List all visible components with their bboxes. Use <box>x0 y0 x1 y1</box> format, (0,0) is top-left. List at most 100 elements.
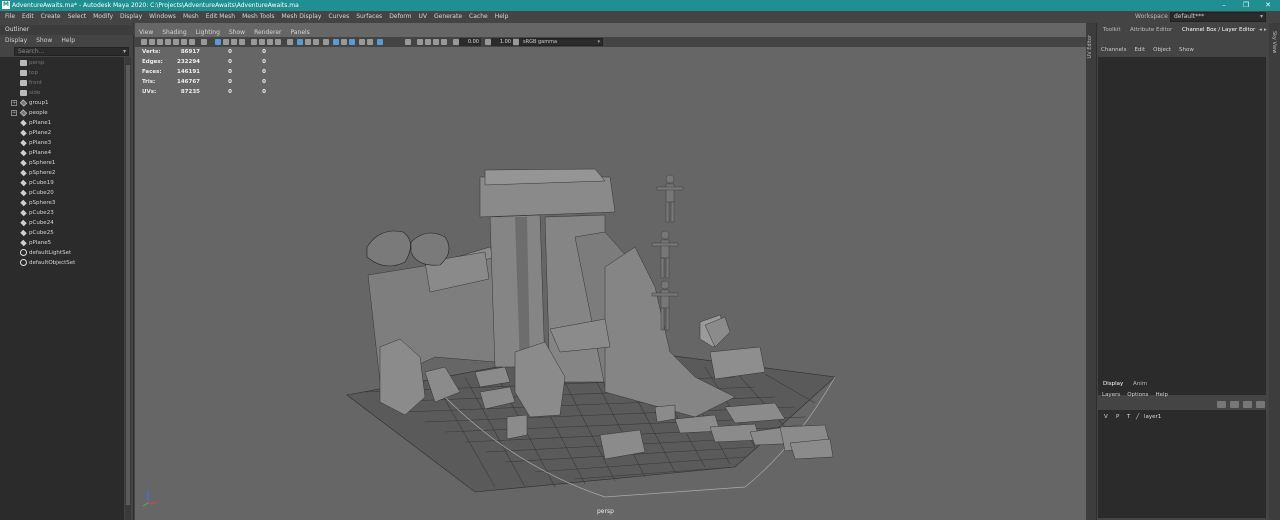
menu-uv[interactable]: UV <box>419 11 428 23</box>
chevron-right-icon[interactable]: ▸ <box>1262 26 1269 35</box>
outliner-item-people[interactable]: + people <box>0 108 124 118</box>
2d-pan-icon[interactable] <box>173 39 179 45</box>
field-chart-icon[interactable] <box>267 39 273 45</box>
menu-mesh[interactable]: Mesh <box>183 11 199 23</box>
frame-selected-icon[interactable] <box>441 39 447 45</box>
grid-icon[interactable] <box>189 39 195 45</box>
outliner-item-pcube23[interactable]: pCube23 <box>0 208 124 218</box>
bookmarks-icon[interactable] <box>157 39 163 45</box>
channel-menu-channels[interactable]: Channels <box>1101 46 1126 54</box>
wireframe-icon[interactable] <box>215 39 221 45</box>
side-dock-tab[interactable]: Sky View <box>1269 23 1280 520</box>
hud-icon[interactable] <box>417 39 423 45</box>
camera-lock-icon[interactable] <box>425 39 431 45</box>
textured-icon[interactable] <box>239 39 245 45</box>
outliner-search-input[interactable]: Search... ▾ <box>14 47 129 56</box>
layer-type-toggle[interactable]: T <box>1127 413 1130 422</box>
pencil-icon[interactable]: ╱ <box>1136 413 1139 422</box>
tab-attribute-editor[interactable]: Attribute Editor <box>1128 26 1174 35</box>
outliner-item-front[interactable]: front <box>0 78 124 88</box>
menu-modify[interactable]: Modify <box>93 11 113 23</box>
workspace-dropdown[interactable]: default*** ▾ <box>1170 12 1266 22</box>
minimize-button[interactable]: – <box>1214 0 1234 11</box>
shadows-icon[interactable] <box>313 39 319 45</box>
outliner-item-side[interactable]: side <box>0 88 124 98</box>
isolate-select-icon[interactable] <box>349 39 355 45</box>
ambient-occlusion-icon[interactable] <box>323 39 329 45</box>
expand-icon[interactable]: + <box>11 100 17 106</box>
outliner-item-psphere3[interactable]: pSphere3 <box>0 198 124 208</box>
outliner-scrollbar[interactable] <box>125 57 131 520</box>
frame-all-icon[interactable] <box>433 39 439 45</box>
uv-editor-dock-tab[interactable]: UV Editor <box>1086 23 1097 520</box>
outliner-item-group1[interactable]: + group1 <box>0 98 124 108</box>
scene-3d-view[interactable] <box>135 47 1086 520</box>
gate-mask-icon[interactable] <box>259 39 265 45</box>
outliner-item-pplane4[interactable]: pPlane4 <box>0 148 124 158</box>
menu-mesh-tools[interactable]: Mesh Tools <box>242 11 274 23</box>
menu-generate[interactable]: Generate <box>434 11 462 23</box>
new-layer-selected-icon[interactable] <box>1256 401 1265 408</box>
viewport-menu-show[interactable]: Show <box>229 28 245 37</box>
tab-toolkit[interactable]: Toolkit <box>1101 26 1123 35</box>
outliner-item-pcube19[interactable]: pCube19 <box>0 178 124 188</box>
maximize-button[interactable]: ❐ <box>1236 0 1256 11</box>
viewport-menu-lighting[interactable]: Lighting <box>196 28 220 37</box>
menu-mesh-display[interactable]: Mesh Display <box>282 11 322 23</box>
layer-menu-layers[interactable]: Layers <box>1102 391 1120 400</box>
scrollbar-thumb[interactable] <box>126 65 130 505</box>
outliner-item-pcube20[interactable]: pCube20 <box>0 188 124 198</box>
move-layer-down-icon[interactable] <box>1230 401 1239 408</box>
menu-cache[interactable]: Cache <box>469 11 488 23</box>
viewport-menu-shading[interactable]: Shading <box>162 28 186 37</box>
chevron-down-icon[interactable]: ▾ <box>123 48 126 56</box>
outliner-item-pplane2[interactable]: pPlane2 <box>0 128 124 138</box>
layer-name[interactable]: layer1 <box>1144 413 1161 422</box>
resolution-gate-icon[interactable] <box>251 39 257 45</box>
exposure-field[interactable]: 0.00 <box>459 38 481 46</box>
layer-row[interactable]: V P T ╱ layer1 <box>1098 413 1266 422</box>
layer-menu-help[interactable]: Help <box>1155 391 1168 400</box>
default-material-icon[interactable] <box>297 39 303 45</box>
menu-windows[interactable]: Windows <box>149 11 176 23</box>
channel-box-body[interactable] <box>1098 57 1266 395</box>
close-button[interactable]: ✕ <box>1258 0 1278 11</box>
menu-deform[interactable]: Deform <box>389 11 411 23</box>
outliner-list[interactable]: persp top front side + group1 + people pPlane1 pP… <box>0 57 124 520</box>
select-camera-icon[interactable] <box>141 39 147 45</box>
menu-help[interactable]: Help <box>495 11 509 23</box>
expand-icon[interactable]: + <box>11 110 17 116</box>
multisample-aa-icon[interactable] <box>367 39 373 45</box>
menu-surfaces[interactable]: Surfaces <box>356 11 382 23</box>
viewport-panel[interactable]: View Shading Lighting Show Renderer Panels <box>135 23 1086 520</box>
outliner-item-top[interactable]: top <box>0 68 124 78</box>
menu-edit-mesh[interactable]: Edit Mesh <box>206 11 235 23</box>
channel-menu-show[interactable]: Show <box>1179 46 1194 54</box>
xray-joints-icon[interactable] <box>341 39 347 45</box>
outliner-menu-help[interactable]: Help <box>61 36 75 45</box>
layer-playback-toggle[interactable]: P <box>1116 413 1119 422</box>
image-plane-icon[interactable] <box>165 39 171 45</box>
tab-anim[interactable]: Anim <box>1131 380 1149 389</box>
menu-select[interactable]: Select <box>68 11 87 23</box>
wireframe-on-shaded-icon[interactable] <box>231 39 237 45</box>
channel-menu-object[interactable]: Object <box>1153 46 1171 54</box>
gamma-field[interactable]: 1.00 <box>491 38 513 46</box>
viewport-menu-renderer[interactable]: Renderer <box>254 28 281 37</box>
viewport-menu-panels[interactable]: Panels <box>290 28 309 37</box>
outliner-item-pplane1[interactable]: pPlane1 <box>0 118 124 128</box>
menu-curves[interactable]: Curves <box>328 11 349 23</box>
smooth-shade-icon[interactable] <box>223 39 229 45</box>
outliner-item-psphere1[interactable]: pSphere1 <box>0 158 124 168</box>
film-gate-icon[interactable] <box>201 39 207 45</box>
grease-pencil-icon[interactable] <box>181 39 187 45</box>
outliner-item-persp[interactable]: persp <box>0 58 124 68</box>
outliner-item-pcube24[interactable]: pCube24 <box>0 218 124 228</box>
color-space-dropdown[interactable]: sRGB gamma ▾ <box>519 38 603 46</box>
shaded-icon[interactable] <box>287 39 293 45</box>
outliner-menu-show[interactable]: Show <box>36 36 52 45</box>
viewport-menu-view[interactable]: View <box>139 28 153 37</box>
menu-edit[interactable]: Edit <box>22 11 34 23</box>
sphere-pair[interactable] <box>366 230 450 267</box>
xray-icon[interactable] <box>333 39 339 45</box>
